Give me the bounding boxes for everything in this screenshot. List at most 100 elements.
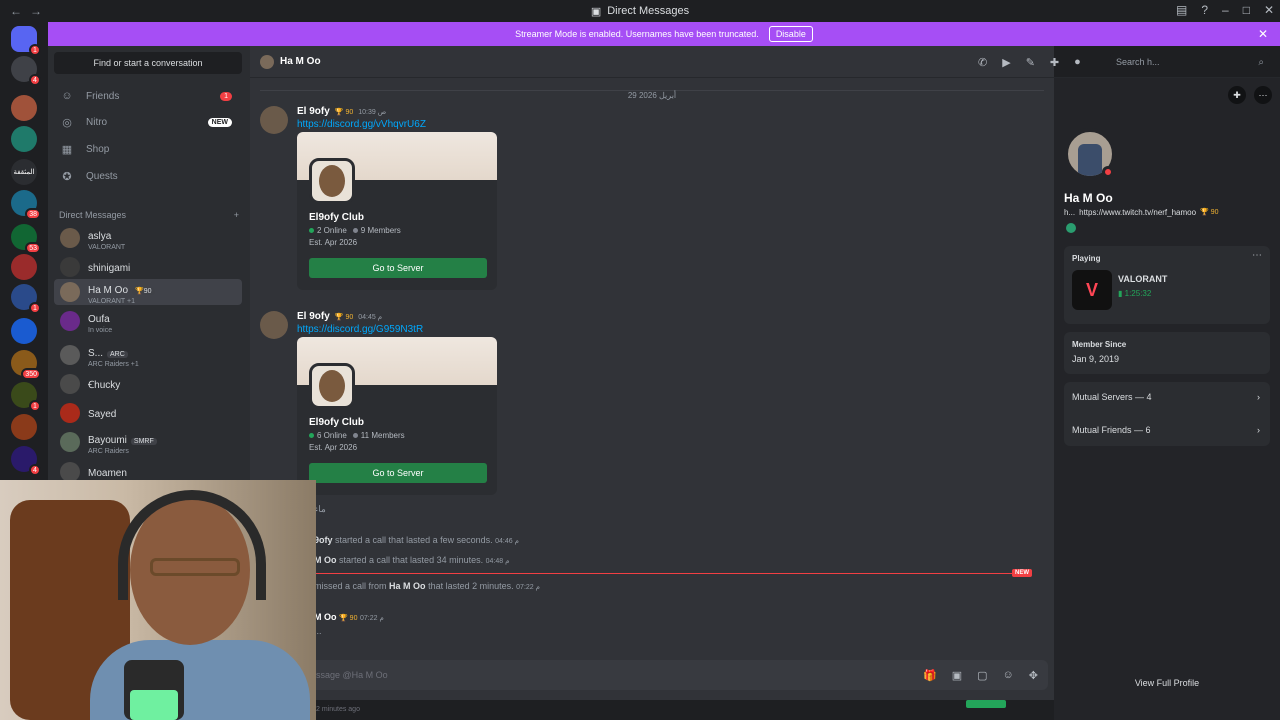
new-badge: NEW — [207, 117, 232, 127]
go-to-server-button[interactable]: Go to Server — [309, 258, 487, 278]
server-icon[interactable] — [11, 95, 37, 121]
avatar[interactable] — [260, 106, 288, 134]
dm-item[interactable]: Sayed — [54, 400, 242, 426]
online-count: 2 Online — [317, 226, 347, 235]
help-icon[interactable]: ? — [1201, 3, 1208, 17]
message-input[interactable]: ssage @Ha M Oo 🎁 ▣ ▢ ☺ ✥ — [310, 660, 1048, 690]
dm-item[interactable]: aslya VALORANT — [54, 225, 242, 251]
nav-friends[interactable]: ☺ Friends 1 — [54, 84, 242, 108]
gif-icon[interactable]: ▣ — [952, 669, 962, 682]
timestamp: 04:45 م — [358, 313, 383, 321]
inbox-icon[interactable]: ▤ — [1176, 3, 1187, 17]
avatar — [60, 374, 80, 394]
video-call-icon[interactable]: ▶ — [1002, 56, 1010, 69]
author-name[interactable]: El 9ofy — [297, 106, 330, 117]
emoji-icon[interactable]: ☺ — [1003, 669, 1014, 682]
search-icon: ⌕ — [1258, 56, 1264, 68]
pin-icon[interactable]: ✎ — [1026, 56, 1035, 69]
mention-badge: 4 — [29, 464, 41, 476]
server-icon[interactable]: المثقفة — [11, 159, 37, 185]
server-icon[interactable]: 1 — [11, 284, 41, 314]
dm-item[interactable]: S... ARC ARC Raiders +1 — [54, 342, 242, 368]
bio-link[interactable]: https://www.twitch.tv/nerf_hamoo — [1079, 208, 1196, 217]
user-profile-icon[interactable]: ● — [1074, 56, 1081, 69]
server-name: El9ofy Club — [309, 212, 365, 223]
server-icon[interactable]: 53 — [11, 224, 41, 254]
server-icon[interactable]: 1 — [11, 382, 41, 412]
avatar[interactable] — [260, 311, 288, 339]
server-icon[interactable]: 350 — [11, 350, 41, 380]
dm-item[interactable]: Bayoumi SMRF ARC Raiders — [54, 429, 242, 455]
dm-item[interactable]: shinigami — [54, 254, 242, 280]
close-banner-icon[interactable]: ✕ — [1258, 27, 1268, 41]
trophy-badge: 🏆 90 — [334, 313, 354, 321]
view-full-profile-button[interactable]: View Full Profile — [1054, 678, 1280, 688]
server-icon[interactable] — [11, 254, 37, 280]
bottom-time: 2 minutes ago — [316, 706, 360, 713]
avatar — [60, 462, 80, 482]
dm-item[interactable]: Ha M Oo 🏆90 VALORANT +1 — [54, 279, 242, 305]
server-icon[interactable] — [11, 318, 37, 344]
invite-link[interactable]: https://discord.gg/vVhqvrU6Z — [297, 119, 426, 130]
dm-status: VALORANT +1 — [88, 297, 136, 305]
timestamp: 10:39 ص — [358, 108, 387, 116]
history-nav: ← → — [0, 4, 42, 18]
search-input[interactable]: Search h... ⌕ — [1110, 53, 1270, 71]
friends-icon: ☺ — [61, 90, 73, 102]
call-system-message: 9ofy started a call that lasted a few se… — [314, 535, 519, 545]
apps-icon[interactable]: ✥ — [1029, 669, 1038, 682]
server-icon[interactable]: 1 — [11, 26, 41, 56]
sticker-icon[interactable]: ▢ — [977, 669, 987, 682]
back-arrow-icon[interactable]: ← — [10, 4, 22, 18]
dm-tag: SMRF — [130, 437, 157, 445]
bio-trophy: 🏆 90 — [1200, 209, 1219, 216]
game-time-text: 1:25:32 — [1124, 289, 1152, 298]
server-icon[interactable] — [11, 126, 37, 152]
avatar — [60, 282, 80, 302]
nav-shop[interactable]: ▦ Shop — [54, 137, 242, 161]
call-icon[interactable]: ✆ — [978, 56, 987, 69]
nav-nitro[interactable]: ◎ Nitro NEW — [54, 110, 242, 134]
activity-more-icon[interactable]: ⋯ — [1252, 250, 1262, 261]
more-options-icon[interactable]: ⋯ — [1254, 86, 1272, 104]
window-title-text: Direct Messages — [607, 5, 690, 17]
close-window-icon[interactable]: ✕ — [1264, 3, 1274, 17]
minimize-icon[interactable]: – — [1222, 3, 1229, 17]
last-message-header: M Oo 🏆 90 07:22 م — [314, 612, 384, 622]
add-friends-icon[interactable]: ✚ — [1050, 56, 1059, 69]
dm-item[interactable]: Oufa In voice — [54, 308, 242, 334]
mutual-servers-row[interactable]: Mutual Servers — 4 › — [1072, 392, 1260, 402]
avatar — [60, 432, 80, 452]
profile-badge-icon[interactable] — [1066, 223, 1076, 233]
find-conversation-button[interactable]: Find or start a conversation — [54, 52, 242, 74]
server-icon[interactable]: 4 — [11, 446, 41, 476]
chat-header-name: Ha M Oo — [280, 56, 321, 67]
server-stats: 2 Online 9 Members — [309, 226, 401, 235]
last-author[interactable]: M Oo — [314, 612, 337, 622]
maximize-icon[interactable]: □ — [1243, 3, 1250, 17]
author-name[interactable]: El 9ofy — [297, 311, 330, 322]
call-author[interactable]: 9ofy — [314, 535, 333, 545]
server-icon[interactable]: 38 — [11, 190, 41, 220]
go-to-server-button[interactable]: Go to Server — [309, 463, 487, 483]
server-icon[interactable] — [11, 414, 37, 440]
create-dm-icon[interactable]: + — [234, 210, 239, 220]
server-icon[interactable]: 4 — [11, 56, 41, 86]
mutual-servers-label: Mutual Servers — 4 — [1072, 392, 1152, 402]
add-friend-icon[interactable]: ✚ — [1228, 86, 1246, 104]
mutual-friends-row[interactable]: Mutual Friends — 6 › — [1072, 425, 1260, 435]
dm-name: shinigami — [88, 263, 131, 274]
nav-quests[interactable]: ✪ Quests — [54, 164, 242, 188]
forward-arrow-icon[interactable]: → — [30, 4, 42, 18]
dm-name: Sayed — [88, 409, 117, 420]
disable-streamer-mode-button[interactable]: Disable — [768, 26, 813, 42]
dm-name: Bayoumi — [88, 434, 127, 446]
server-invite-card: El9ofy Club 6 Online 11 Members Est. Apr 20… — [297, 337, 497, 495]
missed-call-text: that lasted 2 minutes. — [428, 581, 514, 591]
avatar — [60, 345, 80, 365]
missed-call-author[interactable]: Ha M Oo — [389, 581, 426, 591]
call-author[interactable]: M Oo — [314, 555, 337, 565]
gift-icon[interactable]: 🎁 — [923, 669, 937, 682]
dm-item[interactable]: Ꞓhucky — [54, 371, 242, 397]
invite-link[interactable]: https://discord.gg/G959N3tR — [297, 324, 423, 335]
